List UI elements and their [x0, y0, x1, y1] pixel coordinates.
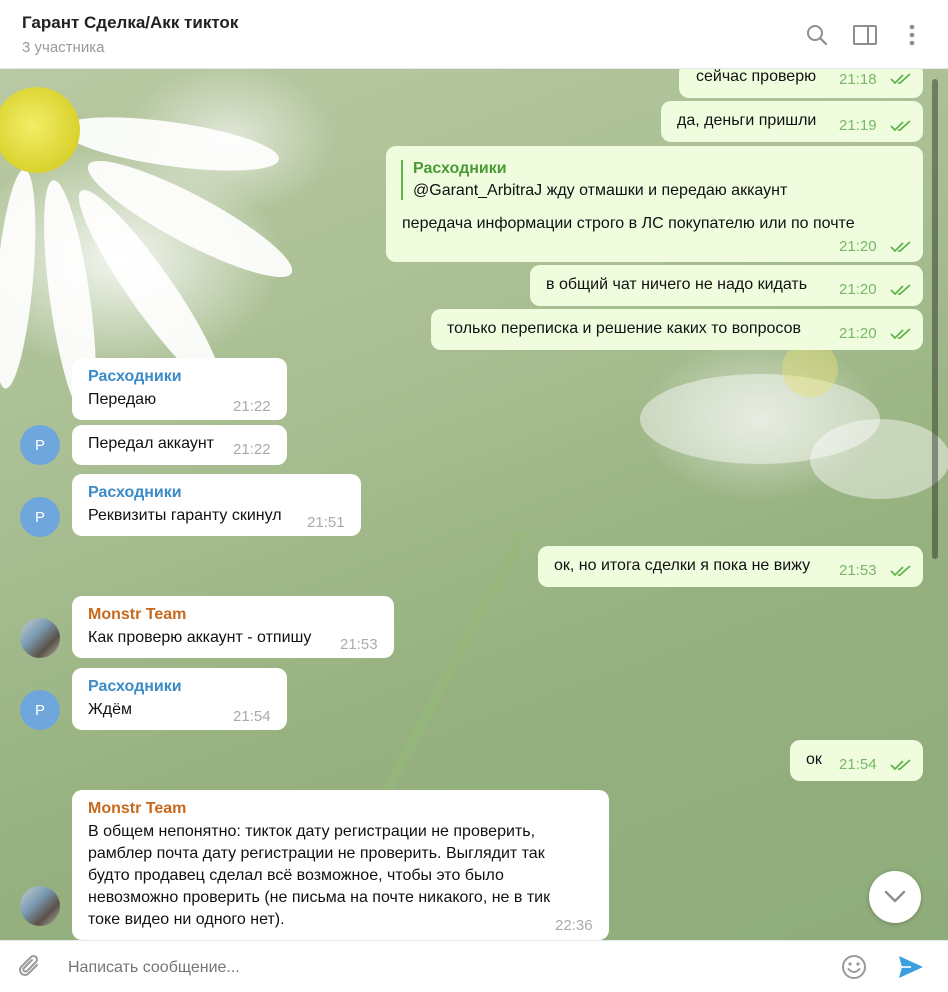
message-incoming[interactable]: Monstr Team Как проверю аккаунт - отпишу… — [72, 596, 394, 658]
message-text-line: рамблер почта дату регистрации не провер… — [88, 845, 545, 862]
search-icon[interactable] — [804, 22, 830, 48]
message-incoming[interactable]: Monstr Team В общем непонятно: тикток да… — [72, 790, 609, 940]
message-text-line: будто продавец сделал всё возможное, что… — [88, 867, 504, 884]
scroll-to-bottom-button[interactable] — [869, 871, 921, 923]
message-text-line: токе видео ни одного нет). — [88, 911, 285, 928]
message-sender[interactable]: Monstr Team — [88, 606, 186, 624]
reply-quote[interactable]: Расходники @Garant_ArbitraJ жду отмашки … — [401, 160, 787, 200]
message-time: 21:20 — [839, 325, 877, 342]
message-outgoing[interactable]: ок 21:54 — [790, 740, 923, 781]
message-text: Как проверю аккаунт - отпишу — [88, 629, 312, 646]
message-text: сейчас проверю — [696, 69, 817, 85]
avatar[interactable]: Р — [20, 690, 60, 730]
message-sender[interactable]: Расходники — [88, 484, 182, 502]
read-checks-icon — [890, 284, 911, 296]
scrollbar[interactable] — [932, 79, 938, 559]
message-time: 21:53 — [340, 636, 378, 653]
reply-sender: Расходники — [413, 160, 507, 177]
message-time: 21:20 — [839, 238, 877, 255]
more-options-icon[interactable] — [899, 22, 925, 48]
message-time: 21:51 — [307, 514, 345, 531]
message-time: 21:22 — [233, 441, 271, 458]
message-time: 21:20 — [839, 281, 877, 298]
message-text: ок, но итога сделки я пока не вижу — [554, 557, 811, 574]
message-time: 21:54 — [233, 708, 271, 725]
chevron-down-icon — [884, 890, 906, 903]
message-incoming[interactable]: Передал аккаунт 21:22 — [72, 425, 287, 465]
message-outgoing-reply[interactable]: Расходники @Garant_ArbitraJ жду отмашки … — [386, 146, 923, 262]
message-time: 21:19 — [839, 117, 877, 134]
message-sender[interactable]: Расходники — [88, 678, 182, 696]
sidebar-toggle-icon[interactable] — [852, 22, 878, 48]
avatar[interactable]: Р — [20, 497, 60, 537]
message-text: только переписка и решение каких то вопр… — [447, 320, 801, 337]
message-outgoing[interactable]: только переписка и решение каких то вопр… — [431, 309, 923, 350]
message-text: в общий чат ничего не надо кидать — [546, 276, 808, 293]
read-checks-icon — [890, 241, 911, 253]
read-checks-icon — [890, 73, 911, 85]
message-outgoing[interactable]: в общий чат ничего не надо кидать 21:20 — [530, 265, 923, 306]
message-text: Реквизиты гаранту скинул — [88, 507, 282, 524]
message-outgoing[interactable]: сейчас проверю 21:18 — [679, 69, 923, 98]
participants-count[interactable]: 3 участника — [22, 39, 104, 56]
message-outgoing[interactable]: да, деньги пришли 21:19 — [661, 101, 923, 142]
message-text: ок — [806, 751, 822, 768]
read-checks-icon — [890, 759, 911, 771]
chat-title[interactable]: Гарант Сделка/Акк тикток — [22, 13, 238, 33]
avatar[interactable]: Р — [20, 425, 60, 465]
message-text: Передаю — [88, 391, 157, 408]
message-time: 21:22 — [233, 398, 271, 415]
attach-icon[interactable] — [16, 953, 44, 981]
message-text-line: невозможно проверить (не письма на почте… — [88, 889, 551, 906]
message-time: 21:18 — [839, 71, 877, 88]
message-time: 21:53 — [839, 562, 877, 579]
message-text: передача информации строго в ЛС покупате… — [402, 215, 855, 232]
message-composer — [0, 940, 948, 992]
message-input[interactable] — [66, 951, 830, 985]
message-text: да, деньги пришли — [677, 112, 817, 129]
message-sender[interactable]: Monstr Team — [88, 800, 186, 818]
message-text: Ждём — [88, 701, 133, 718]
message-time: 21:54 — [839, 756, 877, 773]
read-checks-icon — [890, 120, 911, 132]
read-checks-icon — [890, 328, 911, 340]
avatar-image[interactable] — [20, 618, 60, 658]
emoji-icon[interactable] — [840, 953, 868, 981]
message-incoming[interactable]: Расходники Ждём 21:54 — [72, 668, 287, 730]
reply-text: @Garant_ArbitraJ жду отмашки и передаю а… — [413, 182, 788, 199]
read-checks-icon — [890, 565, 911, 577]
message-incoming[interactable]: Расходники Реквизиты гаранту скинул 21:5… — [72, 474, 361, 536]
message-incoming[interactable]: Расходники Передаю 21:22 — [72, 358, 287, 420]
chat-history[interactable]: сейчас проверю 21:18 да, деньги пришли 2… — [0, 69, 948, 940]
send-icon[interactable] — [897, 953, 925, 981]
message-text: Передал аккаунт — [88, 435, 214, 452]
avatar-image[interactable] — [20, 886, 60, 926]
message-outgoing[interactable]: ок, но итога сделки я пока не вижу 21:53 — [538, 546, 923, 587]
message-time: 22:36 — [555, 917, 593, 934]
chat-header: Гарант Сделка/Акк тикток 3 участника — [0, 0, 948, 69]
message-sender[interactable]: Расходники — [88, 368, 182, 386]
message-text-line: В общем непонятно: тикток дату регистрац… — [88, 823, 536, 840]
